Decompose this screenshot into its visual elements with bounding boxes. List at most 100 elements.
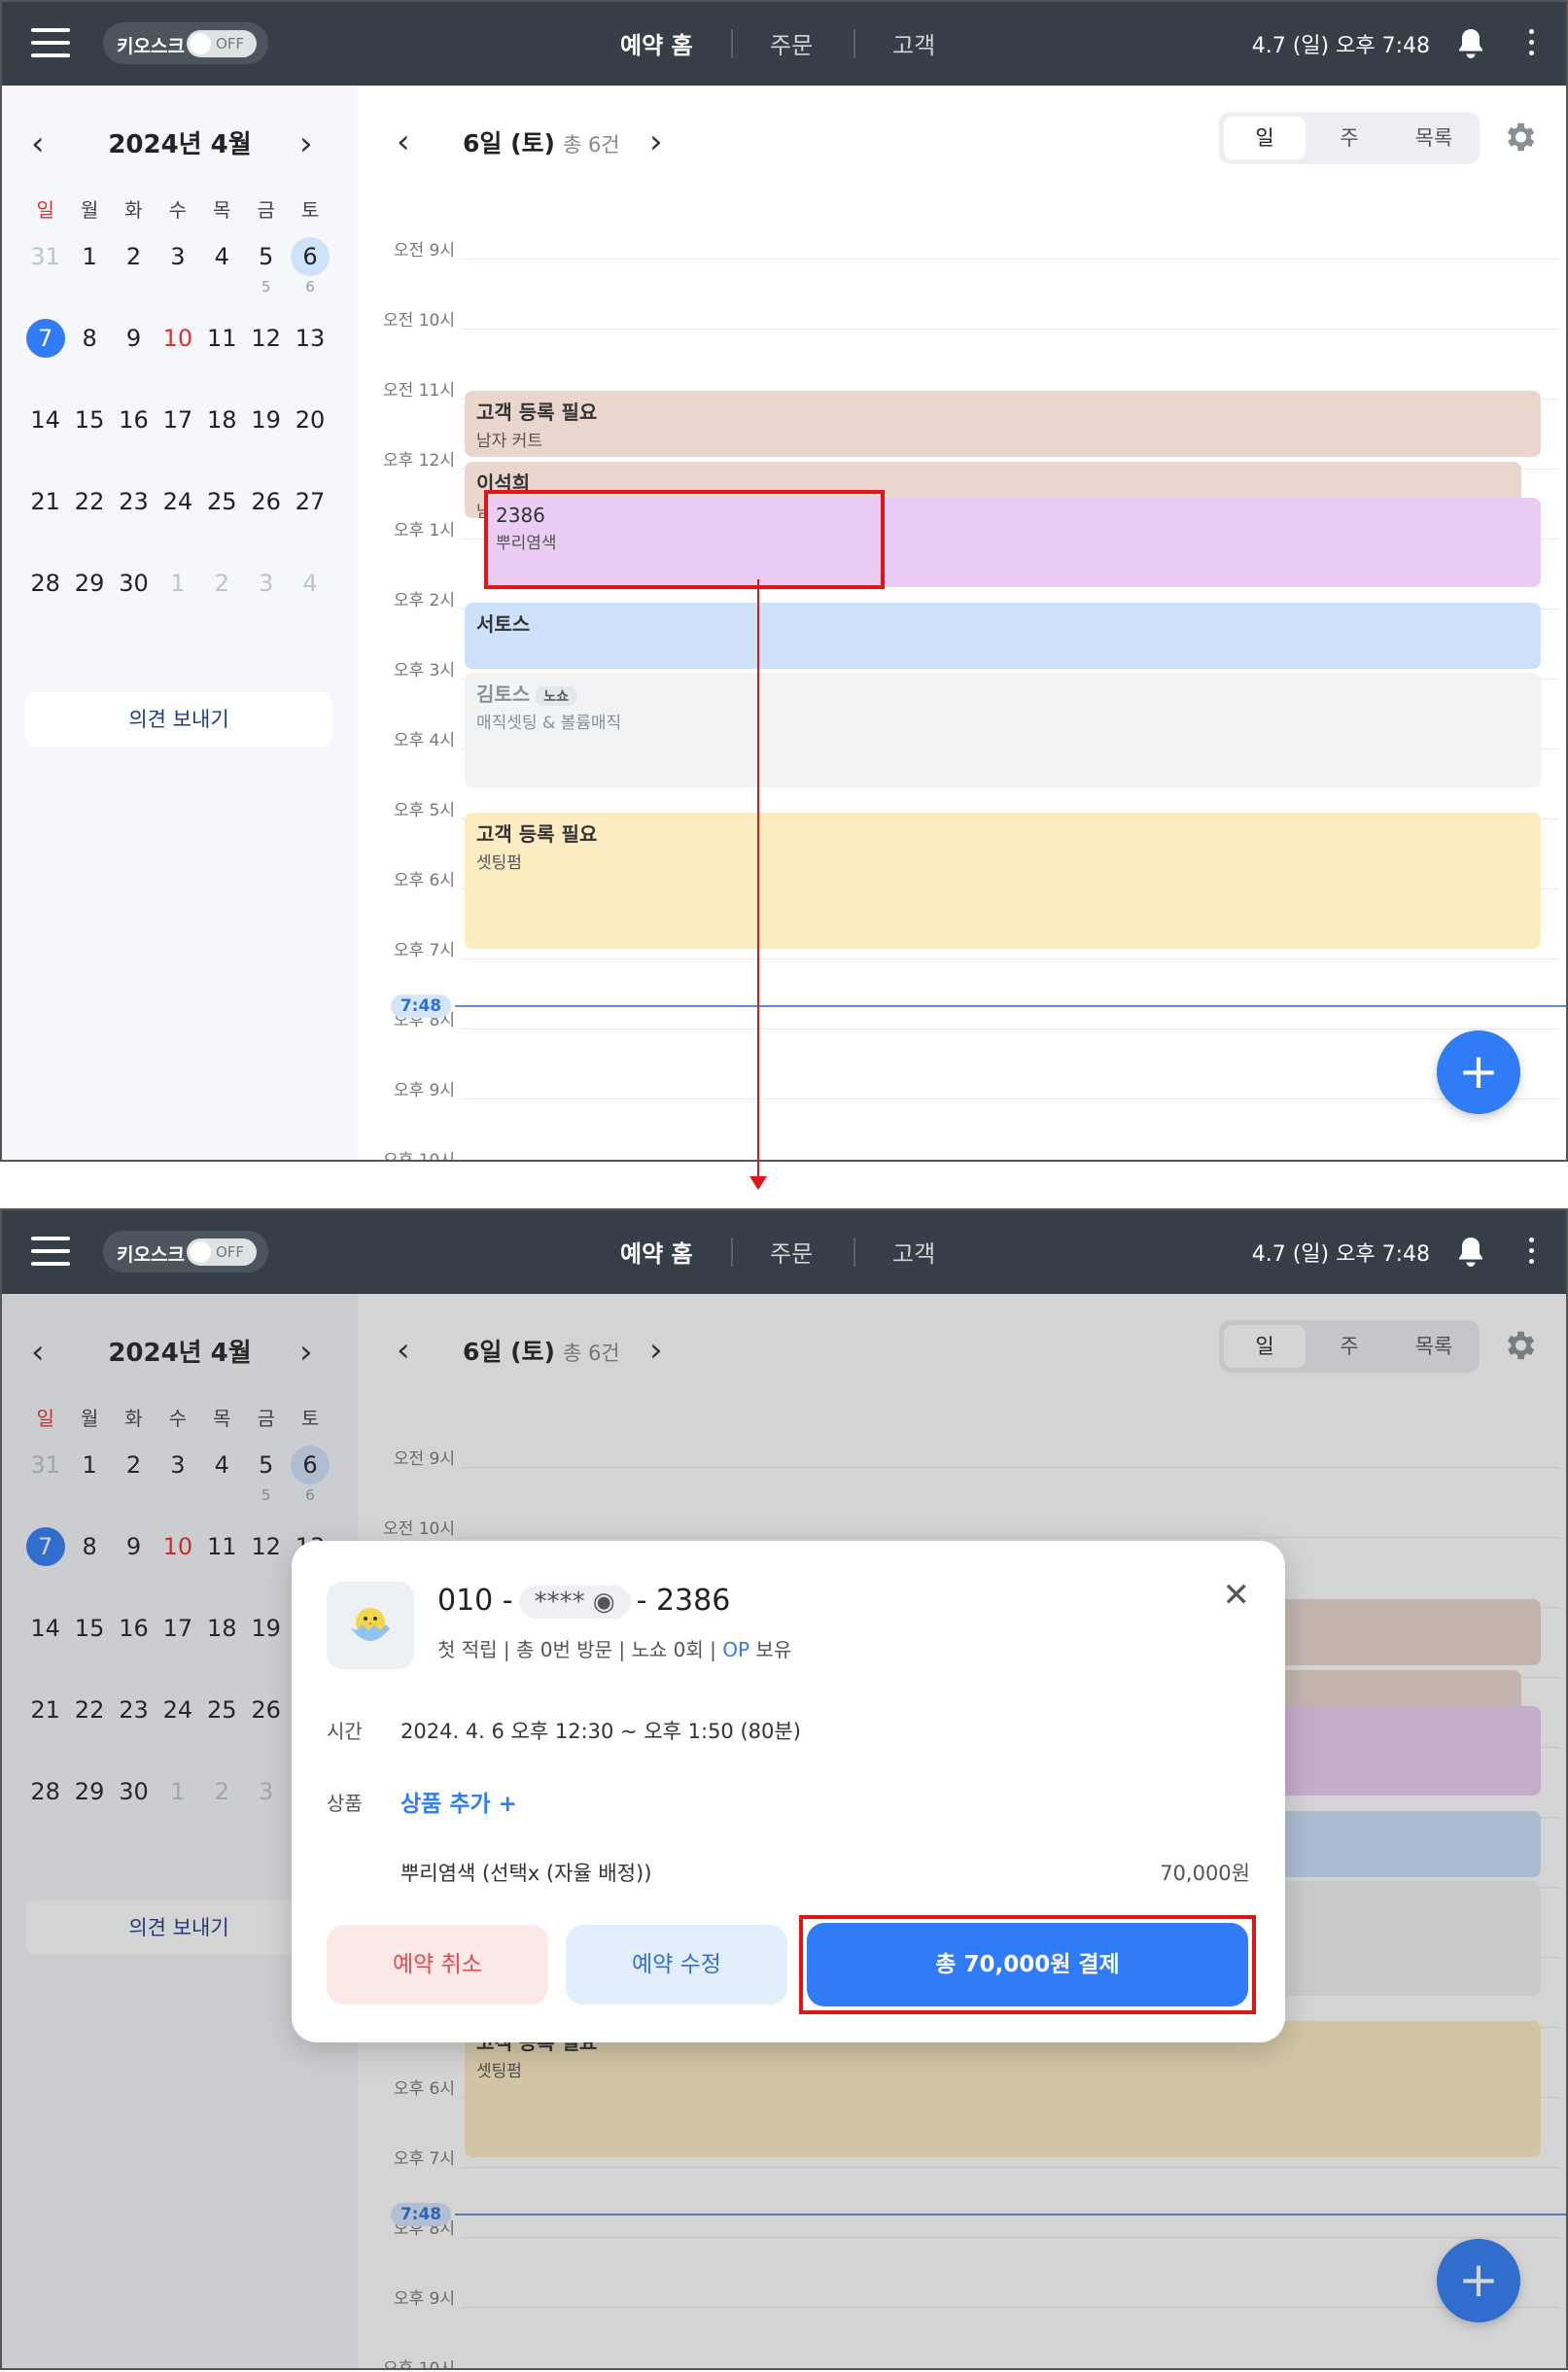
bell-icon[interactable]: [1453, 1234, 1488, 1271]
hour-label: 오후 7시: [393, 941, 455, 960]
calendar-day[interactable]: 28: [23, 564, 67, 645]
calendar-day[interactable]: 4: [288, 564, 331, 645]
add-product-button[interactable]: 상품 추가 +: [401, 1785, 517, 1818]
kiosk-toggle[interactable]: OFF: [187, 1238, 257, 1266]
calendar-day[interactable]: 22: [67, 482, 111, 564]
more-options-icon[interactable]: [1527, 1238, 1535, 1267]
calendar-day[interactable]: 3: [156, 237, 199, 319]
highlight-box: [799, 1915, 1256, 2014]
view-week-tab[interactable]: 주: [1308, 117, 1390, 159]
screenshot-before: 키오스크 OFF 예약 홈 주문 고객 4.7 (일) 오후 7:48 2024…: [0, 0, 1568, 1162]
calendar-day-holiday[interactable]: 10: [156, 319, 199, 401]
calendar-week: 28 29 30 1 2 3 4: [23, 564, 332, 645]
nav-customers[interactable]: 고객: [892, 26, 935, 60]
calendar-day[interactable]: 31: [23, 237, 67, 319]
reservation-count: 5: [261, 278, 271, 296]
calendar-day[interactable]: 20: [288, 401, 331, 482]
calendar-day[interactable]: 17: [156, 401, 199, 482]
calendar-day[interactable]: 15: [67, 401, 111, 482]
calendar-day[interactable]: 25: [200, 482, 244, 564]
calendar-day[interactable]: 8: [67, 319, 111, 401]
reservation-card-noshow[interactable]: 김토스노쇼 매직셋팅 & 볼륨매직: [465, 673, 1541, 787]
hour-line: [461, 329, 1560, 330]
hamburger-menu-icon[interactable]: [31, 1237, 70, 1266]
calendar-day-selected[interactable]: 66: [288, 237, 331, 319]
masked-phone-toggle[interactable]: **** ◉: [518, 1586, 631, 1619]
calendar-week: 21 22 23 24 25 26 27: [23, 482, 332, 564]
calendar-day[interactable]: 18: [200, 401, 244, 482]
eye-icon: ◉: [592, 1587, 615, 1617]
more-options-icon[interactable]: [1527, 29, 1535, 58]
reservation-title: 서토스: [476, 612, 531, 636]
screenshot-after: 키오스크 OFF 예약 홈 주문 고객 4.7 (일) 오후 7:48 2024…: [0, 1208, 1568, 2370]
calendar-day[interactable]: 1: [156, 564, 199, 645]
calendar-day[interactable]: 24: [156, 482, 199, 564]
gear-icon[interactable]: [1501, 119, 1538, 156]
kiosk-toggle-group[interactable]: 키오스크 OFF: [103, 22, 268, 64]
reservation-total: 총 6건: [562, 133, 620, 157]
calendar-day[interactable]: 23: [112, 482, 156, 564]
calendar-day[interactable]: 19: [244, 401, 288, 482]
calendar-day[interactable]: 9: [112, 319, 156, 401]
calendar-day[interactable]: 2: [200, 564, 244, 645]
calendar-day[interactable]: 12: [244, 319, 288, 401]
reservation-service: 매직셋팅 & 볼륨매직: [476, 714, 622, 733]
nav-divider: [854, 29, 855, 58]
calendar-day[interactable]: 27: [288, 482, 331, 564]
nav-divider: [854, 1238, 855, 1267]
calendar-day[interactable]: 11: [200, 319, 244, 401]
next-month-icon[interactable]: ›: [299, 124, 313, 163]
nav-divider: [731, 29, 733, 58]
calendar-day[interactable]: 29: [67, 564, 111, 645]
calendar-week: 31 1 2 3 4 55 66: [23, 237, 332, 319]
view-day-tab[interactable]: 일: [1224, 117, 1306, 159]
reservation-card[interactable]: 고객 등록 필요 셋팅펌: [465, 813, 1541, 949]
bell-icon[interactable]: [1453, 25, 1488, 62]
calendar-day[interactable]: 16: [112, 401, 156, 482]
next-day-icon[interactable]: ›: [649, 122, 663, 161]
view-list-tab[interactable]: 목록: [1393, 117, 1475, 159]
nav-reservation-home[interactable]: 예약 홈: [620, 26, 693, 60]
current-time-badge: 7:48: [391, 994, 451, 1018]
prev-day-icon[interactable]: ‹: [397, 122, 410, 161]
nav-orders[interactable]: 주문: [770, 26, 813, 60]
calendar-day[interactable]: 3: [244, 564, 288, 645]
reservation-service: 남자 커트: [476, 432, 542, 451]
hour-label: 오전 9시: [393, 241, 455, 261]
calendar-day[interactable]: 2: [112, 237, 156, 319]
calendar-day[interactable]: 55: [244, 237, 288, 319]
hour-label: 오후 3시: [393, 661, 455, 680]
calendar-day[interactable]: 1: [67, 237, 111, 319]
nav-orders[interactable]: 주문: [770, 1235, 813, 1269]
noshow-badge: 노쇼: [536, 685, 576, 706]
reservation-card[interactable]: 서토스: [465, 603, 1541, 669]
hamburger-menu-icon[interactable]: [31, 28, 70, 57]
reservation-card[interactable]: 고객 등록 필요 남자 커트: [465, 391, 1541, 457]
op-points: OP: [722, 1638, 750, 1661]
calendar-day[interactable]: 21: [23, 482, 67, 564]
day-title: 6일 (토) 총 6건: [463, 129, 620, 157]
calendar-day[interactable]: 30: [112, 564, 156, 645]
reservation-service: 셋팅펌: [476, 854, 522, 873]
send-feedback-button[interactable]: 의견 보내기: [25, 692, 332, 747]
hour-line: [461, 259, 1560, 260]
add-reservation-button[interactable]: +: [1437, 1030, 1520, 1114]
calendar-day[interactable]: 26: [244, 482, 288, 564]
toggle-knob: [190, 1241, 211, 1263]
prev-month-icon[interactable]: ‹: [31, 124, 45, 163]
time-label: 시간: [327, 1720, 363, 1743]
kiosk-toggle[interactable]: OFF: [187, 30, 257, 57]
calendar-day[interactable]: 4: [200, 237, 244, 319]
day-schedule: ‹ 6일 (토)총 6건 › 일 주 목록 오전 9시 오전 10시 오전 11…: [358, 86, 1566, 1160]
close-icon[interactable]: ✕: [1223, 1576, 1251, 1615]
cancel-reservation-button[interactable]: 예약 취소: [327, 1925, 548, 2005]
nav-customers[interactable]: 고객: [892, 1235, 935, 1269]
calendar-day-today[interactable]: 7: [23, 319, 67, 401]
kiosk-toggle-group[interactable]: 키오스크 OFF: [103, 1231, 268, 1273]
edit-reservation-button[interactable]: 예약 수정: [566, 1925, 787, 2005]
nav-reservation-home[interactable]: 예약 홈: [620, 1235, 693, 1269]
arrow-connector: [757, 579, 759, 1182]
calendar-day[interactable]: 13: [288, 319, 331, 401]
calendar-day[interactable]: 14: [23, 401, 67, 482]
chick-icon: [351, 1608, 390, 1641]
